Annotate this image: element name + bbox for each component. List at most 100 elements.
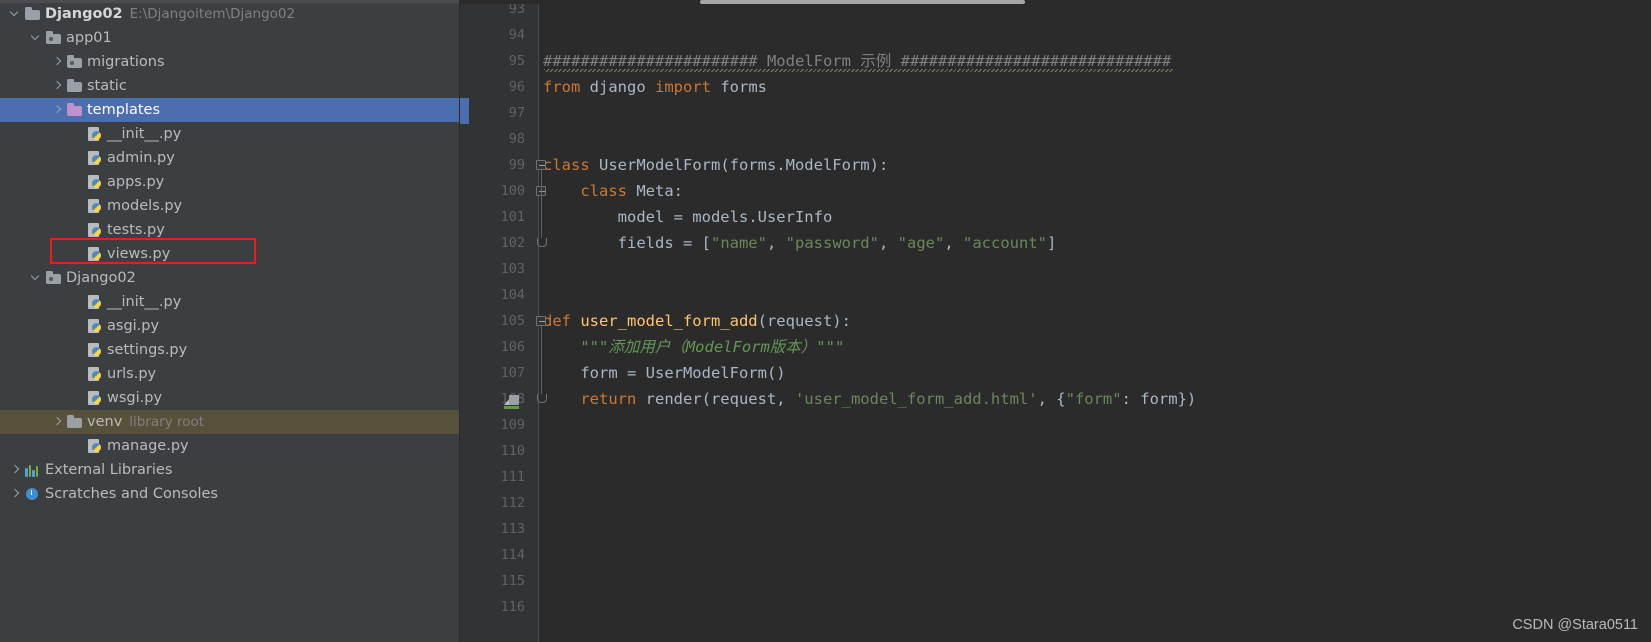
no-chevron-spacer	[72, 344, 85, 357]
code-content[interactable]: ####################### ModelForm 示例 ###…	[539, 0, 1651, 642]
no-chevron-spacer	[72, 152, 85, 165]
code-token: from	[543, 78, 590, 96]
code-token: "age"	[897, 234, 945, 252]
tree-row-admin-py[interactable]: admin.py	[0, 146, 460, 170]
code-line[interactable]: model = models.UserInfo	[543, 204, 833, 230]
code-line[interactable]: from django import forms	[543, 74, 767, 100]
tree-row-asgi-py[interactable]: asgi.py	[0, 314, 460, 338]
external-libraries-icon	[25, 464, 40, 477]
tree-row-scratches-and-consoles[interactable]: Scratches and Consoles	[0, 482, 460, 506]
line-number: 104	[500, 287, 525, 303]
folder-icon	[46, 271, 61, 284]
tree-row-templates[interactable]: templates	[0, 98, 460, 122]
no-chevron-spacer	[72, 128, 85, 141]
chevron-right-icon[interactable]	[51, 416, 64, 429]
code-token: class	[580, 182, 637, 200]
tree-row-views-py[interactable]: views.py	[0, 242, 460, 266]
folder-icon	[67, 415, 82, 428]
code-token: user_model_form_add	[580, 312, 758, 330]
code-editor[interactable]: 93 94 95 96 97 98 99 100 101 102 103 104 105 106 107 10…	[460, 0, 1651, 642]
tree-row-urls-py[interactable]: urls.py	[0, 362, 460, 386]
code-token: return	[580, 390, 646, 408]
line-number: 113	[500, 521, 525, 537]
tree-row-app01[interactable]: app01	[0, 26, 460, 50]
line-number: 116	[500, 599, 525, 615]
run-gutter-icon[interactable]	[504, 395, 519, 409]
tree-row-label: venv	[87, 414, 123, 430]
chevron-right-icon[interactable]	[51, 104, 64, 117]
code-line[interactable]: fields = ["name", "password", "age", "ac…	[543, 230, 1057, 256]
code-token: : form})	[1121, 390, 1197, 408]
code-token: ,	[944, 234, 963, 252]
line-number: 101	[500, 209, 525, 225]
tree-row-models-py[interactable]: models.py	[0, 194, 460, 218]
tree-row--init-py[interactable]: __init__.py	[0, 290, 460, 314]
code-fold-marker[interactable]	[536, 394, 547, 405]
chevron-right-icon[interactable]	[51, 80, 64, 93]
line-number: 98	[508, 131, 525, 147]
line-number: 111	[500, 469, 525, 485]
tree-row-subtitle: E:\Djangoitem\Django02	[129, 6, 296, 22]
tree-row-label: settings.py	[107, 342, 188, 358]
code-token: model = models.UserInfo	[543, 208, 833, 226]
tree-row-manage-py[interactable]: manage.py	[0, 434, 460, 458]
code-line[interactable]: return render(request, 'user_model_form_…	[543, 386, 1196, 412]
code-token: render(request,	[645, 390, 795, 408]
chevron-right-icon[interactable]	[9, 488, 22, 501]
python-file-icon	[88, 438, 102, 454]
tree-row-external-libraries[interactable]: External Libraries	[0, 458, 460, 482]
no-chevron-spacer	[72, 248, 85, 261]
line-number: 115	[500, 573, 525, 589]
code-line[interactable]: def user_model_form_add(request):	[543, 308, 851, 334]
line-number: 105	[500, 313, 525, 329]
selection-marker	[460, 98, 469, 124]
line-number: 95	[508, 53, 525, 69]
line-number: 100	[500, 183, 525, 199]
tree-row-label: wsgi.py	[107, 390, 163, 406]
scratches-icon	[25, 487, 40, 501]
python-file-icon	[88, 390, 102, 406]
code-token: "name"	[710, 234, 767, 252]
code-line[interactable]: class Meta:	[543, 178, 683, 204]
editor-gutter[interactable]: 93 94 95 96 97 98 99 100 101 102 103 104 105 106 107 10…	[460, 0, 538, 642]
tree-row-venv[interactable]: venv library root	[0, 410, 460, 434]
chevron-down-icon[interactable]	[30, 272, 43, 285]
line-number: 102	[500, 235, 525, 251]
tree-row-settings-py[interactable]: settings.py	[0, 338, 460, 362]
project-tree-panel[interactable]: Django02 E:\Djangoitem\Django02 app01 migra…	[0, 0, 460, 642]
code-line[interactable]: class UserModelForm(forms.ModelForm):	[543, 152, 888, 178]
code-token: django	[589, 78, 655, 96]
tree-row-label: static	[87, 78, 127, 94]
tree-row-label: Scratches and Consoles	[45, 486, 218, 502]
chevron-down-icon[interactable]	[9, 8, 22, 21]
tree-row-label: Django02	[45, 6, 123, 22]
chevron-right-icon[interactable]	[9, 464, 22, 477]
tree-row-tests-py[interactable]: tests.py	[0, 218, 460, 242]
tree-row-django02[interactable]: Django02	[0, 266, 460, 290]
chevron-down-icon[interactable]	[30, 32, 43, 45]
horizontal-scrollbar[interactable]	[460, 0, 1651, 4]
tree-row-label: templates	[87, 102, 161, 118]
code-line[interactable]: """添加用户（ModelForm版本）"""	[543, 334, 844, 360]
tree-row-wsgi-py[interactable]: wsgi.py	[0, 386, 460, 410]
code-fold-marker[interactable]	[536, 238, 547, 249]
tree-row-label: models.py	[107, 198, 183, 214]
tree-row-migrations[interactable]: migrations	[0, 50, 460, 74]
tree-row-apps-py[interactable]: apps.py	[0, 170, 460, 194]
no-chevron-spacer	[72, 368, 85, 381]
tree-row-label: views.py	[107, 246, 171, 262]
tree-row-django02[interactable]: Django02 E:\Djangoitem\Django02	[0, 2, 460, 26]
line-number: 108	[460, 386, 538, 412]
tree-row-static[interactable]: static	[0, 74, 460, 98]
no-chevron-spacer	[72, 224, 85, 237]
spellcheck-underline	[544, 69, 1174, 72]
no-chevron-spacer	[72, 320, 85, 333]
scrollbar-thumb[interactable]	[700, 0, 1025, 4]
chevron-right-icon[interactable]	[51, 56, 64, 69]
tree-row-label: admin.py	[107, 150, 175, 166]
code-line[interactable]: form = UserModelForm()	[543, 360, 785, 386]
tree-row--init-py[interactable]: __init__.py	[0, 122, 460, 146]
code-token: ####################### ModelForm 示例 ###…	[543, 52, 1172, 70]
tree-row-label: __init__.py	[107, 294, 182, 310]
